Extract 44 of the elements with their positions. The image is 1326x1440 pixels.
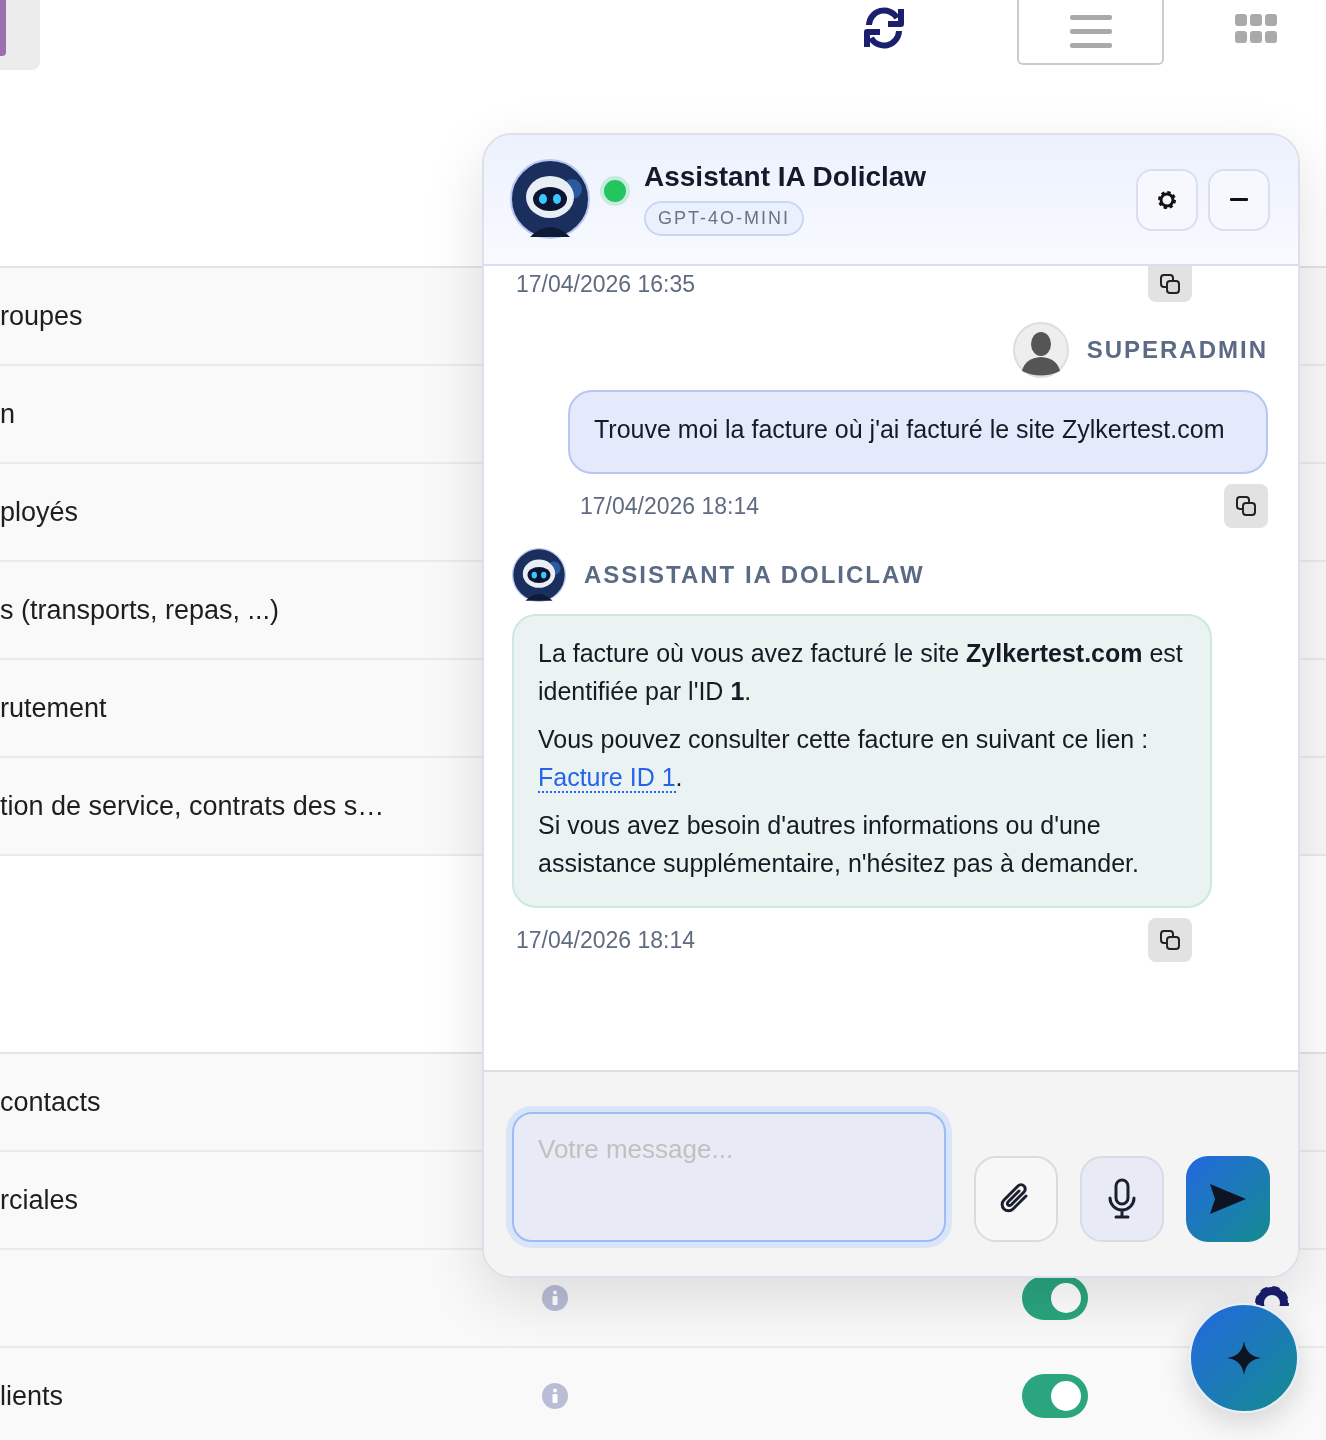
model-badge: GPT-4O-MINI: [644, 201, 804, 236]
send-icon: [1210, 1184, 1247, 1214]
setting-label: contacts: [0, 1086, 101, 1118]
message-time: 17/04/2026 18:14: [580, 492, 760, 520]
setting-label: rutement: [0, 692, 107, 724]
user-avatar-icon: [1012, 322, 1069, 378]
invoice-link[interactable]: Facture ID 1: [538, 763, 676, 793]
setting-label: n: [0, 398, 16, 430]
copy-icon: [1159, 273, 1181, 295]
message-text: Trouve moi la facture où j'ai facturé le site Zylkertest.com: [594, 414, 1226, 445]
toggle-switch[interactable]: [1022, 1374, 1088, 1418]
message-text: Si vous avez besoin d'autres informations ou d'une assistance supplémentaire, n'hésitez pas à demander.: [538, 810, 1140, 879]
robot-avatar-icon: [512, 548, 566, 602]
setting-label: ployés: [0, 496, 79, 528]
settings-icon: [1156, 189, 1178, 211]
send-button[interactable]: [1186, 1156, 1270, 1242]
robot-avatar-icon: [510, 159, 590, 239]
minimize-icon: [1230, 198, 1248, 202]
menu-icon: [1069, 12, 1112, 49]
author-name: ASSISTANT IA DOLICLAW: [584, 561, 925, 589]
message-time: 17/04/2026 18:14: [516, 926, 696, 954]
message-time: 17/04/2026 16:35: [516, 270, 696, 298]
setting-label: s (transports, repas, ...): [0, 594, 280, 626]
settings-button[interactable]: [1136, 169, 1198, 231]
setting-label: tion de service, contrats des s…: [0, 790, 385, 822]
setting-label: lients: [0, 1380, 64, 1412]
chat-title: Assistant IA Doliclaw: [644, 161, 927, 193]
setting-label: rciales: [0, 1184, 79, 1216]
copy-icon: [1235, 495, 1257, 517]
message-text: La facture où vous avez facturé le site Zylkertest.com est identifiée par l'ID 1.: [538, 638, 1184, 707]
message-text: Vous pouvez consulter cette facture en suivant ce lien : Facture ID 1.: [538, 724, 1150, 795]
copy-button[interactable]: [1148, 918, 1192, 962]
sparkle-icon: [1227, 1341, 1261, 1375]
attach-button[interactable]: [974, 1156, 1059, 1242]
copy-button[interactable]: [1224, 484, 1268, 528]
toggle-switch[interactable]: [1022, 1276, 1088, 1320]
microphone-button[interactable]: [1080, 1156, 1165, 1242]
copy-button[interactable]: [1148, 266, 1192, 302]
info-icon: [542, 1285, 568, 1311]
info-icon: [542, 1383, 568, 1409]
copy-icon: [1159, 929, 1181, 951]
menu-tab[interactable]: [0, 0, 40, 70]
setting-label: roupes: [0, 300, 83, 332]
author-name: SUPERADMIN: [1086, 336, 1268, 364]
